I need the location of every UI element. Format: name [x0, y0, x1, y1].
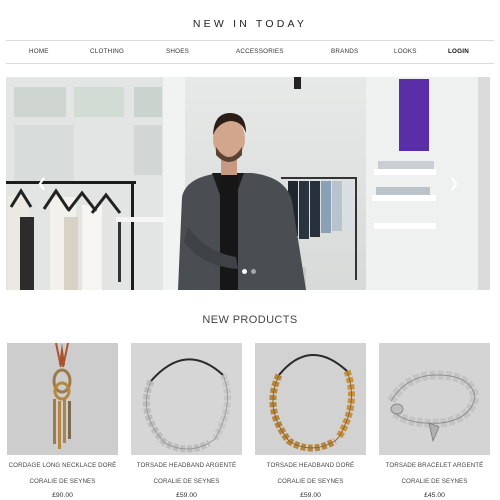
nav-shoes[interactable]: SHOES [166, 41, 189, 63]
product-brand: CORALIE DE SEYNES [29, 477, 96, 485]
product-price: £90.00 [52, 492, 73, 499]
chevron-left-icon[interactable]: ❮ [36, 176, 48, 190]
product-image[interactable] [7, 343, 118, 455]
product-price: £59.00 [176, 492, 197, 499]
product-name[interactable]: CORDAGE LONG NECKLACE DORÉ [7, 462, 118, 471]
product-name[interactable]: TORSADE HEADBAND ARGENTÉ [131, 462, 242, 471]
hero-slide-image [6, 77, 490, 290]
product-image[interactable] [131, 343, 242, 455]
product-name[interactable]: TORSADE BRACELET ARGENTÉ [379, 462, 490, 471]
carousel-dot-2[interactable] [251, 269, 256, 274]
product-card[interactable]: TORSADE HEADBAND DORÉ CORALIE DE SEYNES … [255, 343, 366, 499]
product-card[interactable]: TORSADE BRACELET ARGENTÉ CORALIE DE SEYN… [379, 343, 490, 499]
nav-login[interactable]: LOGIN [448, 41, 469, 63]
nav-clothing[interactable]: CLOTHING [90, 41, 124, 63]
product-brand: CORALIE DE SEYNES [401, 477, 468, 485]
site-logo[interactable]: NEW IN TODAY [0, 18, 500, 30]
product-brand: CORALIE DE SEYNES [277, 477, 344, 485]
product-price: £45.00 [424, 492, 445, 499]
nav-brands[interactable]: BRANDS [331, 41, 358, 63]
product-price: £59.00 [300, 492, 321, 499]
main-nav: HOME CLOTHING SHOES ACCESSORIES BRANDS L… [6, 40, 494, 64]
product-image[interactable] [255, 343, 366, 455]
product-image[interactable] [379, 343, 490, 455]
nav-home[interactable]: HOME [29, 41, 49, 63]
product-card[interactable]: TORSADE HEADBAND ARGENTÉ CORALIE DE SEYN… [131, 343, 242, 499]
product-brand: CORALIE DE SEYNES [153, 477, 220, 485]
product-name[interactable]: TORSADE HEADBAND DORÉ [255, 462, 366, 471]
nav-looks[interactable]: LOOKS [394, 41, 417, 63]
product-card[interactable]: CORDAGE LONG NECKLACE DORÉ CORALIE DE SE… [7, 343, 118, 499]
section-title: NEW PRODUCTS [202, 314, 298, 326]
chevron-right-icon[interactable]: ❯ [448, 176, 460, 190]
nav-accessories[interactable]: ACCESSORIES [236, 41, 284, 63]
carousel-dots [242, 269, 258, 275]
hero-carousel[interactable]: ❮ ❯ [6, 77, 490, 290]
carousel-dot-1[interactable] [242, 269, 247, 274]
